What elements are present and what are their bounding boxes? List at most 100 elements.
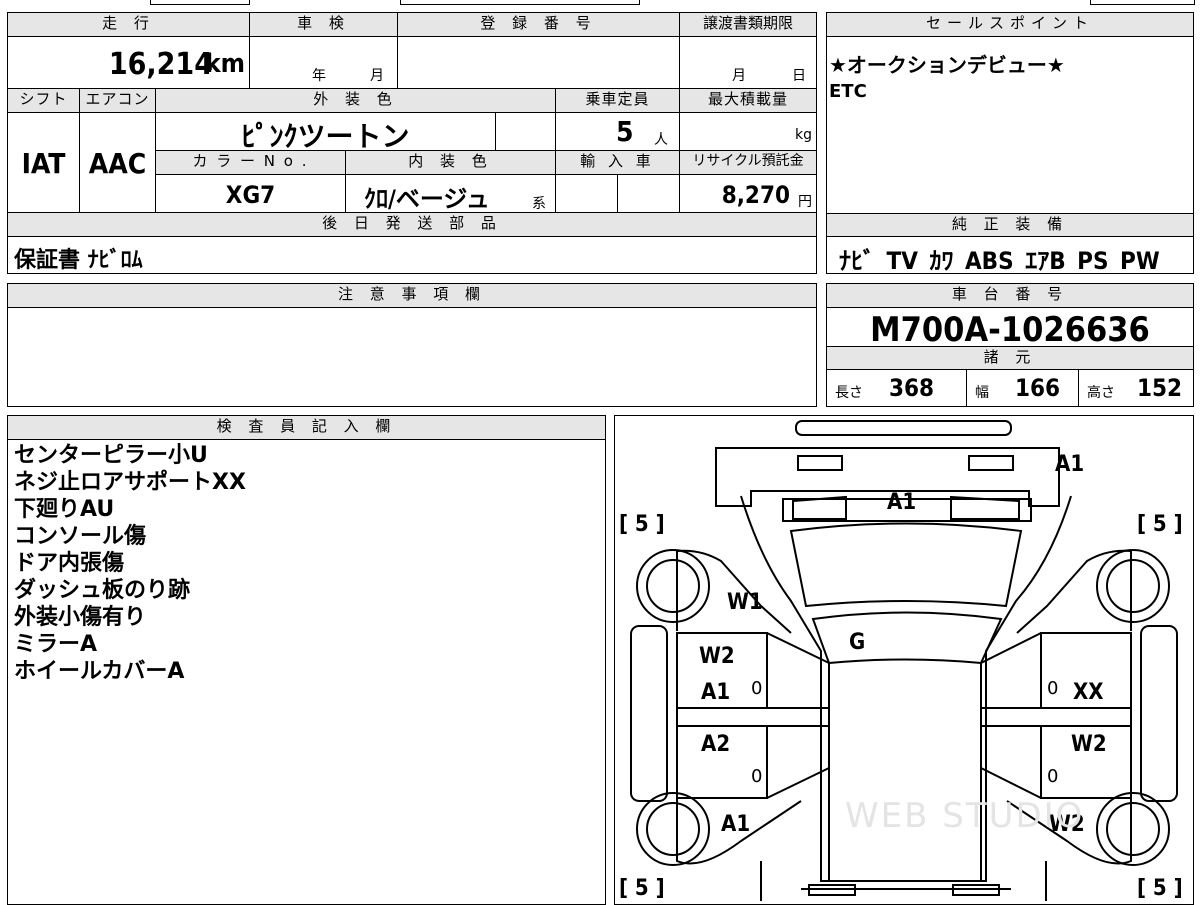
import-cell-a xyxy=(556,175,618,213)
sales-point-box: セールスポイント ★オークションデビュー★ ETC 純 正 装 備 ﾅﾋﾞ TV… xyxy=(826,12,1194,275)
cut-cell xyxy=(150,0,250,5)
tire-tl-label: [ 5 ] xyxy=(619,512,665,537)
interior-value: ｸﾛ/ベージュ xyxy=(364,185,490,213)
sales-header: セールスポイント xyxy=(827,13,1193,37)
quarter-left-grade: A1 xyxy=(721,812,751,837)
equipment-value: ﾅﾋﾞ TV ｶﾜ ABS ｴｱB PS PW xyxy=(839,247,1160,275)
import-header: 輸 入 車 xyxy=(556,151,680,175)
parts-value: 保証書 ﾅﾋﾞﾛﾑ xyxy=(14,248,143,273)
fender-left-grade: W1 xyxy=(727,590,763,615)
mileage-value: 16,214 xyxy=(108,47,213,82)
transfer-header: 譲渡書類期限 xyxy=(680,13,816,37)
recycle-unit: 円 xyxy=(798,194,812,210)
bumper-grade: A1 xyxy=(1055,452,1085,477)
fog-lamp-right xyxy=(968,455,1014,471)
mileage-header: 走 行 xyxy=(8,13,250,37)
aircon-value: AAC xyxy=(88,147,147,180)
door-mark-d: 0 xyxy=(1047,766,1059,787)
mileage-cell: 16,214 km xyxy=(8,37,250,89)
inspector-line: ドア内張傷 xyxy=(14,551,125,576)
inspector-line: ミラーA xyxy=(14,632,98,657)
windshield-grade: A1 xyxy=(887,490,917,515)
import-cell-b xyxy=(618,175,680,213)
capacity-cell: 5 人 xyxy=(556,113,680,151)
rear-door-left-grade: A2 xyxy=(701,732,731,757)
watermark: WEB STUDIO xyxy=(845,796,1085,836)
front-door-left-grade-2: A1 xyxy=(701,680,731,705)
inspector-line: センターピラー小U xyxy=(14,443,208,468)
aircon-header: エアコン xyxy=(80,89,156,113)
recycle-value: 8,270 xyxy=(721,181,790,209)
capacity-value: 5 xyxy=(616,115,634,148)
chassis-value: M700A-1026636 xyxy=(870,310,1150,350)
fog-lamp-left xyxy=(797,455,843,471)
tire-front-left-inner xyxy=(646,559,700,613)
inspector-line: 外装小傷有り xyxy=(14,605,147,630)
top-strip xyxy=(0,0,1200,6)
transfer-month: 月 xyxy=(732,68,746,84)
shaken-header: 車 検 xyxy=(250,13,398,37)
inspector-line: コンソール傷 xyxy=(14,524,147,549)
recycle-header: リサイクル預託金 xyxy=(680,151,816,175)
chassis-box: 車 台 番 号 M700A-1026636 諸 元 長さ 368 幅 166 高… xyxy=(826,283,1194,407)
height-value: 152 xyxy=(1137,374,1183,402)
roof xyxy=(811,611,1003,665)
mileage-unit: km xyxy=(205,49,245,79)
length-cell: 長さ 368 xyxy=(827,370,967,406)
cut-cell xyxy=(1090,0,1195,5)
door-mark-a: 0 xyxy=(751,678,763,699)
transfer-day: 日 xyxy=(792,68,806,84)
tire-front-right-inner xyxy=(1106,559,1160,613)
door-mark-c: 0 xyxy=(751,766,763,787)
interior-cell: ｸﾛ/ベージュ 系 xyxy=(346,175,556,213)
door-right-lines xyxy=(980,632,1042,799)
shift-value: IAT xyxy=(21,147,66,180)
maxload-unit: kg xyxy=(795,127,812,143)
maxload-header: 最大積載量 xyxy=(680,89,816,113)
width-label: 幅 xyxy=(975,385,989,401)
shaken-cell: 年 月 xyxy=(250,37,398,89)
parts-header: 後 日 発 送 部 品 xyxy=(8,213,816,237)
length-value: 368 xyxy=(889,374,935,402)
side-strip-right xyxy=(1140,625,1178,802)
windshield xyxy=(789,522,1023,608)
inspector-line: ダッシュ板のり跡 xyxy=(14,578,191,603)
chassis-header: 車 台 番 号 xyxy=(827,284,1193,308)
inspector-box: 検 査 員 記 入 欄 センターピラー小U ネジ止ロアサポートXX 下廻りAU … xyxy=(7,415,606,905)
height-cell: 高さ 152 xyxy=(1079,370,1193,406)
color-no-value: XG7 xyxy=(225,181,276,209)
fender-right xyxy=(1016,549,1132,634)
color-no-cell: XG7 xyxy=(156,175,346,213)
interior-suffix: 系 xyxy=(532,196,546,212)
side-strip-left xyxy=(630,625,668,802)
equipment-header: 純 正 装 備 xyxy=(827,213,1193,237)
door-sill-right xyxy=(980,707,1132,727)
capacity-unit: 人 xyxy=(654,132,668,148)
tire-rear-left-inner xyxy=(646,802,700,856)
maxload-cell: kg xyxy=(680,113,816,151)
front-door-left-grade-1: W2 xyxy=(699,644,735,669)
shaken-month: 月 xyxy=(370,68,384,84)
shift-cell: IAT xyxy=(8,113,80,213)
exterior-header: 外 装 色 xyxy=(156,89,556,113)
recycle-cell: 8,270 円 xyxy=(680,175,816,213)
exterior-value: ﾋﾟﾝｸツートン xyxy=(241,120,410,153)
length-label: 長さ xyxy=(835,385,863,401)
tire-rear-right-inner xyxy=(1106,802,1160,856)
vehicle-info-table: 走 行 車 検 登 録 番 号 譲渡書類期限 16,214 km 年 月 月 日… xyxy=(7,12,817,274)
inspector-line: ネジ止ロアサポートXX xyxy=(14,470,246,495)
aircon-cell: AAC xyxy=(80,113,156,213)
color-no-header: カ ラ ー N o . xyxy=(156,151,346,175)
cut-cell xyxy=(400,0,640,5)
front-door-right-grade: XX xyxy=(1073,680,1104,705)
roof-grade: G xyxy=(849,630,866,655)
inspector-line: 下廻りAU xyxy=(14,497,115,522)
parts-cell: 保証書 ﾅﾋﾞﾛﾑ xyxy=(8,237,816,273)
capacity-header: 乗車定員 xyxy=(556,89,680,113)
roof-rails xyxy=(828,663,982,881)
damage-diagram-box: [ 5 ] [ 5 ] [ 5 ] [ 5 ] A1 A1 W1 G W2 A1… xyxy=(614,415,1194,905)
exterior-extra-cell xyxy=(496,113,556,151)
tire-bl-label: [ 5 ] xyxy=(619,876,665,901)
headlight-right xyxy=(950,495,1020,520)
inspector-header: 検 査 員 記 入 欄 xyxy=(8,416,605,440)
